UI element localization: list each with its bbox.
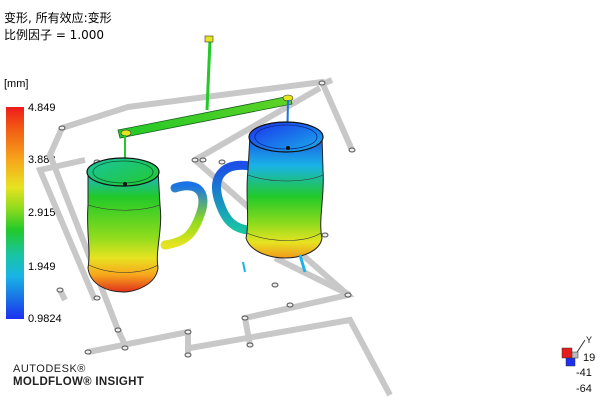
svg-text:Y: Y xyxy=(586,335,592,345)
autodesk-logo-text: AUTODESK® xyxy=(13,363,86,375)
triad-value-3: -64 xyxy=(576,383,592,395)
triad-value-1: 19 xyxy=(583,352,596,364)
left-mug-part xyxy=(86,157,208,293)
model-viewport[interactable]: Y xyxy=(0,0,600,400)
triad-value-2: -41 xyxy=(576,367,592,379)
moldflow-logo-text: MOLDFLOW® INSIGHT xyxy=(13,376,145,388)
